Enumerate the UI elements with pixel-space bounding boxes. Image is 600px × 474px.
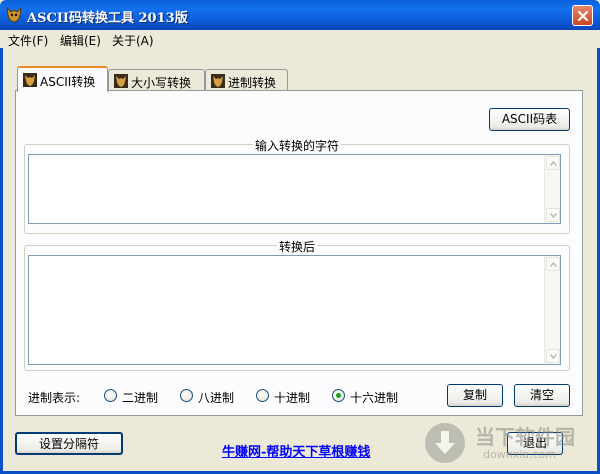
radio-octal[interactable]: 八进制 <box>180 389 242 405</box>
tab-radix-label: 进制转换 <box>228 76 277 90</box>
radio-decimal[interactable]: 十进制 <box>256 389 318 405</box>
close-button[interactable] <box>572 5 593 26</box>
window-border-left <box>0 30 3 474</box>
radio-octal-label: 八进制 <box>198 391 235 405</box>
app-logo-icon <box>211 74 225 88</box>
output-group-label: 转换后 <box>276 240 317 254</box>
clear-button[interactable]: 清空 <box>514 384 570 407</box>
download-icon <box>425 423 465 463</box>
watermark-text: 当下软件园 <box>475 425 575 449</box>
output-scrollbar[interactable] <box>544 256 560 364</box>
radio-binary[interactable]: 二进制 <box>104 389 166 405</box>
tab-radix-convert[interactable]: 进制转换 <box>205 69 288 91</box>
chevron-down-icon <box>550 354 557 359</box>
radio-binary-label: 二进制 <box>122 391 159 405</box>
chevron-down-icon <box>550 213 557 218</box>
menu-about[interactable]: 关于(A) <box>112 32 154 49</box>
radio-button-selected <box>332 389 345 402</box>
tab-case-label: 大小写转换 <box>131 76 192 90</box>
app-logo-icon <box>23 73 37 87</box>
input-group-label: 输入转换的字符 <box>252 139 341 153</box>
window-title: ASCII码转换工具 2013版 <box>27 11 188 26</box>
input-textarea[interactable] <box>28 154 561 224</box>
menu-file[interactable]: 文件(F) <box>8 32 48 49</box>
title-bar: ASCII码转换工具 2013版 <box>0 0 600 30</box>
copy-button[interactable]: 复制 <box>447 384 503 407</box>
tab-case-convert[interactable]: 大小写转换 <box>108 69 205 91</box>
ascii-table-button[interactable]: ASCII码表 <box>489 108 570 131</box>
radio-button <box>180 389 193 402</box>
menu-edit[interactable]: 编辑(E) <box>60 32 101 49</box>
radio-hexadecimal[interactable]: 十六进制 <box>332 389 406 405</box>
scroll-down-button[interactable] <box>546 208 560 222</box>
app-logo-icon <box>6 6 22 23</box>
radio-button <box>104 389 117 402</box>
radio-hexadecimal-label: 十六进制 <box>350 391 399 405</box>
tab-ascii[interactable]: ASCII转换 <box>17 66 108 92</box>
scroll-up-button[interactable] <box>546 156 560 170</box>
chevron-up-icon <box>550 161 557 166</box>
radio-decimal-label: 十进制 <box>274 391 311 405</box>
promo-link[interactable]: 牛赚网-帮助天下草根赚钱 <box>222 441 370 460</box>
radio-button <box>256 389 269 402</box>
watermark: 当下软件园 downxia.com <box>423 421 593 467</box>
set-separator-button[interactable]: 设置分隔符 <box>15 432 123 455</box>
chevron-up-icon <box>550 262 557 267</box>
input-scrollbar[interactable] <box>544 155 560 223</box>
scroll-up-button[interactable] <box>546 257 560 271</box>
watermark-sub: downxia.com <box>483 448 556 461</box>
tab-ascii-label: ASCII转换 <box>40 75 96 89</box>
output-textarea[interactable] <box>28 255 561 365</box>
scroll-down-button[interactable] <box>546 349 560 363</box>
radix-label: 进制表示: <box>28 391 81 405</box>
menu-bar: 文件(F) 编辑(E) 关于(A) <box>0 30 600 48</box>
app-logo-icon <box>114 74 128 88</box>
close-icon <box>577 10 589 22</box>
